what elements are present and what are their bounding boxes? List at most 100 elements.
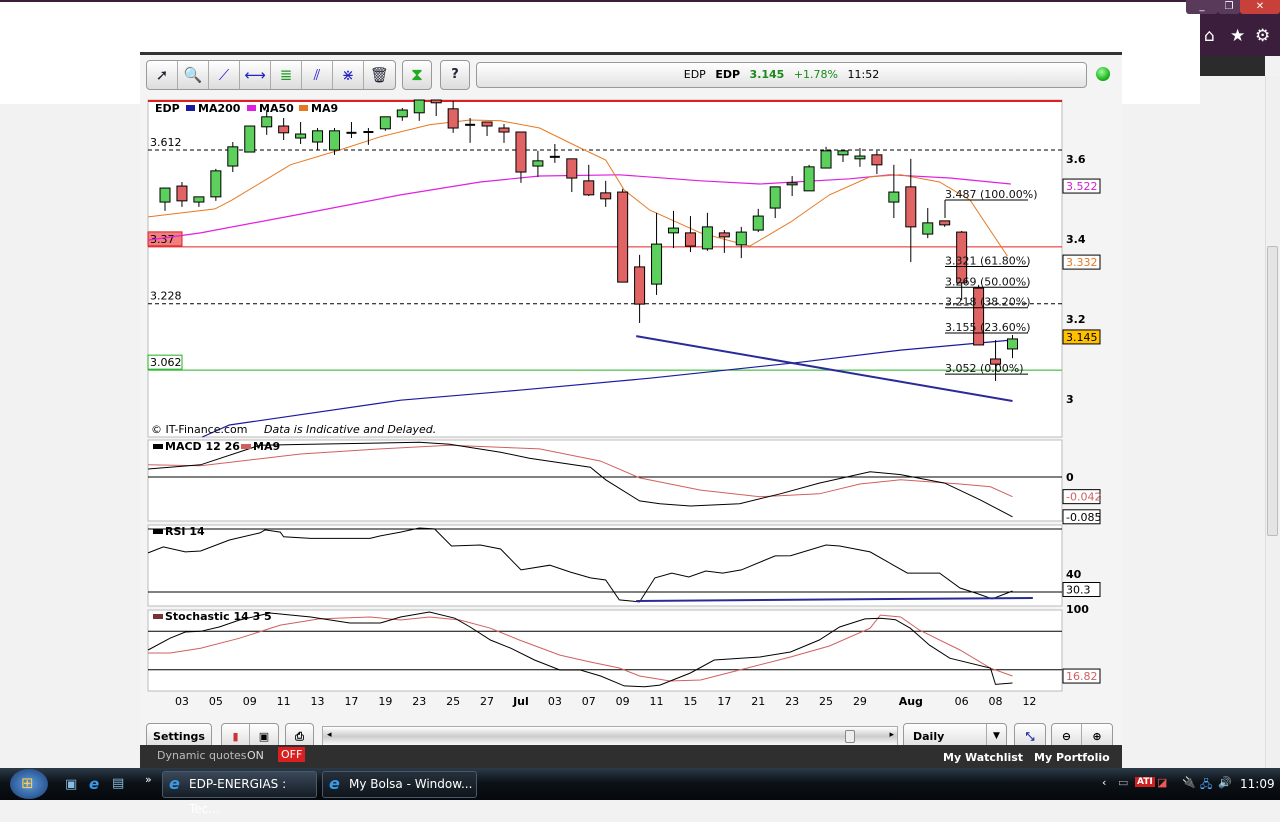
x-tick-label: 19 <box>378 695 392 708</box>
hourglass-icon: ⧗ <box>411 65 423 85</box>
ati-tray-icon[interactable]: ATI <box>1135 777 1155 787</box>
candle-up <box>261 116 273 128</box>
y-tick-label: 3 <box>1066 393 1074 406</box>
x-tick-label: 25 <box>446 695 460 708</box>
candle-up <box>888 191 900 203</box>
rsi-tick-label: 40 <box>1066 568 1082 581</box>
scrollbar-thumb[interactable] <box>1267 246 1278 536</box>
legend-ma200: MA200 <box>198 102 241 115</box>
volume-icon[interactable]: 🔊 <box>1218 776 1232 789</box>
candle-down <box>905 186 917 228</box>
stochastic-tick-label: 100 <box>1066 603 1089 616</box>
show-desktop-icon[interactable]: ▣ <box>65 777 77 792</box>
x-tick-label: 29 <box>853 695 867 708</box>
quicklaunch-overflow-icon[interactable]: » <box>145 773 152 786</box>
home-icon[interactable]: ⌂ <box>1204 26 1215 46</box>
fibonacci-level-label: 3.321 (61.80%) <box>945 254 1031 267</box>
stochastic-legend-swatch <box>153 614 163 619</box>
window-controls: _ ❐ ✕ ⌂ ★ ⚙ <box>1186 0 1280 56</box>
quote-exchange-symbol: EDP <box>683 68 706 81</box>
help-icon: ? <box>451 67 459 82</box>
quote-price: 3.145 <box>749 68 785 81</box>
scroll-right-arrow-icon[interactable]: ▸ <box>889 730 894 740</box>
candle-down <box>498 127 510 133</box>
rsi-title: RSI 14 <box>165 525 205 538</box>
disclaimer-text: Data is Indicative and Delayed. <box>264 423 436 436</box>
candle-up <box>701 226 713 250</box>
pointer-tool-button[interactable]: ➚ <box>147 61 178 89</box>
candle-up <box>244 125 256 153</box>
macd-zero-label: 0 <box>1066 471 1074 484</box>
zoom-tool-button[interactable]: 🔍 <box>178 61 209 89</box>
clock: 11:09 <box>1240 777 1275 791</box>
power-icon[interactable]: 🔌 <box>1182 776 1196 789</box>
dynamic-quotes-on[interactable]: ON <box>247 749 264 762</box>
start-button[interactable]: ⊞ <box>10 769 48 799</box>
chart-type-toggle[interactable]: ⧗ <box>402 60 432 90</box>
y-tick-label: 3.4 <box>1066 233 1086 246</box>
candle-up <box>837 150 849 156</box>
y-tick-label: 3.2 <box>1066 313 1086 326</box>
favorites-star-icon[interactable]: ★ <box>1230 26 1245 46</box>
x-tick-label: 03 <box>175 695 189 708</box>
cross-lines-tool-button[interactable]: ⋇ <box>333 61 364 89</box>
command-bar <box>1200 56 1265 76</box>
x-tick-label: 11 <box>650 695 664 708</box>
parallel-channel-tool-button[interactable]: ⫽ <box>302 61 333 89</box>
rsi-legend-swatch <box>153 529 163 534</box>
switch-windows-icon[interactable]: ▤ <box>112 776 124 791</box>
ie-icon: e <box>329 774 340 793</box>
my-watchlist-link[interactable]: My Watchlist <box>943 751 1023 764</box>
scroll-left-arrow-icon[interactable]: ◂ <box>327 730 332 740</box>
tray-expand-icon[interactable]: ‹ <box>1102 776 1106 789</box>
taskbar-item-edp[interactable]: e EDP-ENERGIAS : Tec... <box>162 771 317 816</box>
dynamic-quotes-off[interactable]: OFF <box>278 747 306 762</box>
restore-icon[interactable]: ❐ <box>1218 0 1240 14</box>
candle-up <box>922 222 934 235</box>
tray-app-icon[interactable]: ◪ <box>1157 776 1167 789</box>
x-tick-label: 17 <box>344 695 358 708</box>
x-tick-label: 09 <box>243 695 257 708</box>
candle-up <box>820 150 832 169</box>
level-label: 3.228 <box>150 290 182 303</box>
rsi-value-badge: 30.3 <box>1066 584 1091 597</box>
candle-up <box>651 243 663 285</box>
price-value-badge: 3.332 <box>1066 256 1098 269</box>
legend-swatch-ma50 <box>247 105 256 111</box>
tray-display-icon[interactable]: ▭ <box>1118 776 1128 789</box>
x-tick-label: 09 <box>616 695 630 708</box>
minimize-button[interactable]: _ <box>1186 0 1218 14</box>
candle-up <box>854 155 866 160</box>
help-button[interactable]: ? <box>440 60 470 90</box>
x-tick-label: 08 <box>989 695 1003 708</box>
trash-icon[interactable]: 🗑 <box>364 61 395 89</box>
close-button[interactable]: ✕ <box>1240 0 1280 14</box>
time-range-scrollbar[interactable]: ◂ ▸ <box>322 726 898 747</box>
taskbar: ⊞ ▣ e ▤ » e EDP-ENERGIAS : Tec... e My B… <box>0 768 1280 816</box>
candle-up <box>193 196 205 203</box>
quote-time: 11:52 <box>847 68 880 81</box>
my-portfolio-link[interactable]: My Portfolio <box>1034 751 1110 764</box>
taskbar-item-mybolsa[interactable]: e My Bolsa - Window... <box>322 771 477 798</box>
ie-quicklaunch-icon[interactable]: e <box>89 775 99 793</box>
price-chart[interactable]: 3.6123.2283.373.0623.63.43.233.487 (100.… <box>140 95 1122 720</box>
fibonacci-tool-button[interactable]: ≣ <box>271 61 302 89</box>
candle-up <box>752 215 764 231</box>
x-tick-label: 05 <box>209 695 223 708</box>
legend-symbol: EDP <box>155 102 180 115</box>
y-tick-label: 3.6 <box>1066 153 1086 166</box>
copyright-text: © IT-Finance.com <box>151 423 248 436</box>
network-icon[interactable]: 🖧 <box>1200 776 1212 795</box>
dynamic-quotes-label: Dynamic quotes <box>157 749 247 762</box>
candle-down <box>176 185 188 202</box>
x-tick-label: 03 <box>548 695 562 708</box>
trendline-tool-button[interactable]: ⟋ <box>209 61 240 89</box>
scrollbar-handle[interactable] <box>845 730 855 743</box>
quote-symbol: EDP <box>715 68 741 81</box>
candle-up <box>786 182 798 186</box>
quote-change: +1.78% <box>793 68 839 81</box>
horizontal-line-tool-button[interactable]: ⟷ <box>240 61 271 89</box>
tools-gear-icon[interactable]: ⚙ <box>1255 26 1270 46</box>
connection-status-indicator <box>1096 67 1110 81</box>
windows-logo-icon: ⊞ <box>21 774 34 792</box>
